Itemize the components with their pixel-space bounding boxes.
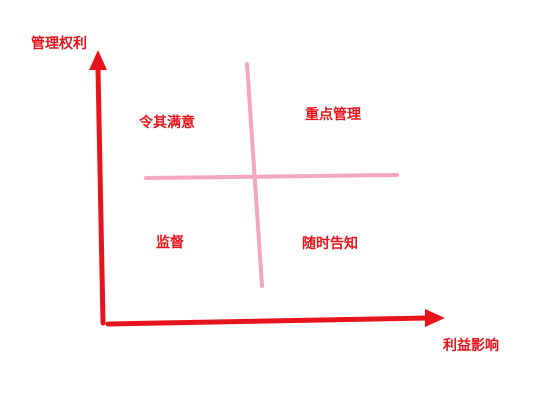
y-axis-arrowhead <box>89 50 107 70</box>
y-axis-label: 管理权利 <box>31 36 87 52</box>
y-axis-line <box>95 65 106 326</box>
horizontal-divider <box>144 173 399 180</box>
quadrant-bottom-right-label: 随时告知 <box>302 236 358 252</box>
quadrant-top-right-label: 重点管理 <box>305 107 361 123</box>
stakeholder-matrix: 管理权利 利益影响 令其满意 重点管理 监督 随时告知 <box>0 0 560 411</box>
x-axis-line <box>105 315 431 327</box>
x-axis-arrowhead <box>425 309 445 327</box>
x-axis-label: 利益影响 <box>443 338 499 354</box>
quadrant-bottom-left-label: 监督 <box>156 235 184 251</box>
quadrant-top-left-label: 令其满意 <box>139 115 195 131</box>
